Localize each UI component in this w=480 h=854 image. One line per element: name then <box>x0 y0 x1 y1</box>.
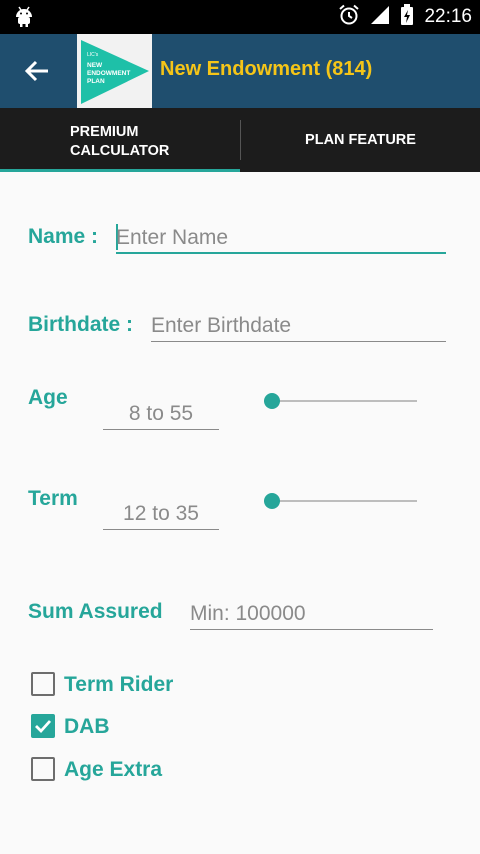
svg-text:PLAN: PLAN <box>87 78 105 85</box>
dab-label[interactable]: DAB <box>64 715 110 739</box>
sum-assured-label: Sum Assured <box>28 600 163 623</box>
age-label: Age <box>28 386 68 409</box>
plan-logo: LIC's NEW ENDOWMENT PLAN <box>77 34 152 108</box>
name-input[interactable]: Enter Name <box>116 220 446 254</box>
svg-text:NEW: NEW <box>87 62 103 69</box>
age-slider[interactable] <box>264 391 417 411</box>
slider-track <box>264 400 417 402</box>
back-arrow-icon[interactable] <box>20 56 54 86</box>
checkmark-icon <box>35 720 52 734</box>
page-title: New Endowment (814) <box>160 58 373 80</box>
birthdate-input[interactable]: Enter Birthdate <box>151 308 446 342</box>
battery-charging-icon <box>400 3 414 31</box>
signal-icon <box>370 5 390 30</box>
sum-assured-input[interactable]: Min: 100000 <box>190 596 433 630</box>
tab-label-line-2: CALCULATOR <box>70 143 170 159</box>
status-bar: 22:16 <box>0 0 480 34</box>
age-extra-checkbox[interactable] <box>31 757 55 781</box>
tab-label: PLAN FEATURE <box>305 132 416 148</box>
app-bar: LIC's NEW ENDOWMENT PLAN New Endowment (… <box>0 34 480 108</box>
tab-label-line-1: PREMIUM <box>70 124 139 140</box>
svg-text:LIC's: LIC's <box>87 52 99 58</box>
term-label: Term <box>28 487 78 510</box>
android-icon <box>14 6 34 33</box>
name-placeholder: Enter Name <box>116 226 229 249</box>
name-label: Name : <box>28 225 99 248</box>
birthdate-placeholder: Enter Birthdate <box>151 314 292 337</box>
slider-thumb[interactable] <box>264 393 280 409</box>
term-slider[interactable] <box>264 491 417 511</box>
term-rider-checkbox[interactable] <box>31 672 55 696</box>
age-extra-label[interactable]: Age Extra <box>64 758 162 782</box>
tab-plan-feature[interactable]: PLAN FEATURE <box>241 108 480 172</box>
slider-track <box>264 500 417 502</box>
term-input[interactable]: 12 to 35 <box>103 496 219 530</box>
svg-text:ENDOWMENT: ENDOWMENT <box>87 70 130 77</box>
status-time: 22:16 <box>424 6 472 27</box>
age-placeholder: 8 to 55 <box>128 402 194 425</box>
alarm-clock-icon <box>338 4 360 31</box>
tab-selected-indicator <box>0 169 240 172</box>
tab-premium-calculator[interactable]: PREMIUM CALCULATOR <box>0 108 240 172</box>
term-rider-label[interactable]: Term Rider <box>64 673 173 697</box>
term-placeholder: 12 to 35 <box>123 502 199 525</box>
dab-checkbox[interactable] <box>31 714 55 738</box>
birthdate-label: Birthdate : <box>28 313 133 336</box>
slider-thumb[interactable] <box>264 493 280 509</box>
age-input[interactable]: 8 to 55 <box>103 396 219 430</box>
tab-bar: PREMIUM CALCULATOR PLAN FEATURE <box>0 108 480 172</box>
sum-assured-placeholder: Min: 100000 <box>190 602 306 625</box>
